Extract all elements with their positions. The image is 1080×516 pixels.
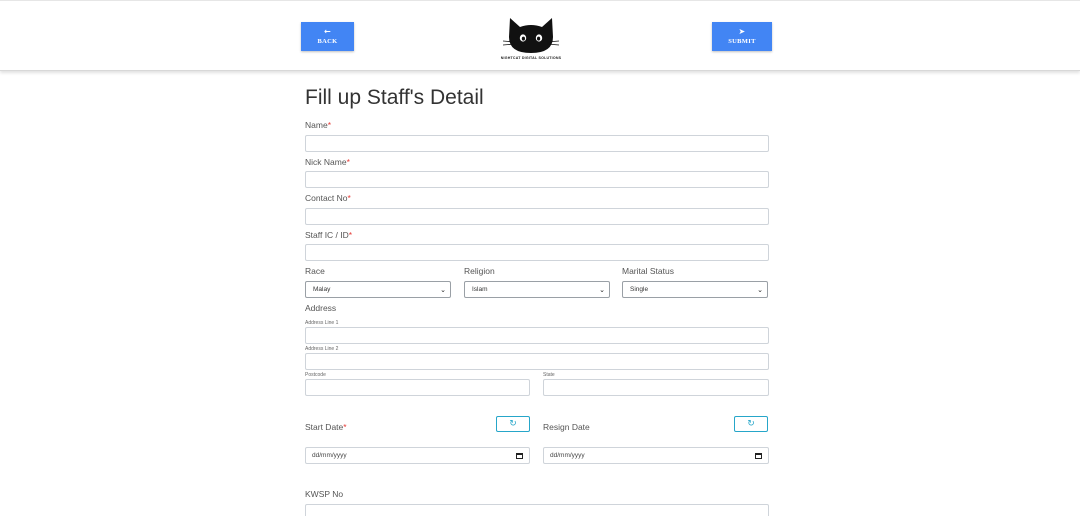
submit-button-label: SUBMIT: [728, 38, 756, 45]
company-logo: NIGHTCAT DIGITAL SOLUTIONS: [497, 15, 565, 63]
postcode-label: Postcode: [305, 372, 326, 378]
chevron-down-icon: ⌄: [440, 285, 446, 294]
religion-label: Religion: [464, 266, 495, 276]
kwsp-field[interactable]: [305, 504, 769, 516]
state-field[interactable]: [543, 379, 769, 396]
marital-selected-value: Single: [630, 286, 649, 293]
address-line1-label: Address Line 1: [305, 320, 339, 326]
race-selected-value: Malay: [313, 286, 331, 293]
name-label: Name*: [305, 120, 331, 130]
resign-date-reset-button[interactable]: ↻: [734, 416, 768, 432]
marital-select[interactable]: Single ⌄: [622, 281, 768, 298]
top-bar: ← BACK NIGHTCAT DIGITAL SOLUTIONS ➤ SUBM…: [0, 0, 1080, 71]
page-title: Fill up Staff's Detail: [305, 86, 484, 109]
cat-logo-icon: [502, 18, 560, 53]
nickname-field[interactable]: [305, 171, 769, 188]
arrow-left-icon: ←: [323, 27, 331, 36]
address-line2-label: Address Line 2: [305, 346, 339, 352]
start-date-field[interactable]: dd/mm/yyyy: [305, 447, 530, 464]
logo-text: NIGHTCAT DIGITAL SOLUTIONS: [500, 56, 562, 60]
resign-date-label: Resign Date: [543, 422, 590, 432]
back-button-label: BACK: [317, 38, 338, 45]
race-label: Race: [305, 266, 325, 276]
staff-id-field[interactable]: [305, 244, 769, 261]
staff-id-label: Staff IC / ID*: [305, 230, 353, 240]
start-date-placeholder: dd/mm/yyyy: [312, 452, 347, 459]
contact-label: Contact No*: [305, 193, 351, 203]
address-label: Address: [305, 303, 337, 313]
send-icon: ➤: [738, 27, 746, 36]
nickname-label: Nick Name*: [305, 157, 350, 167]
refresh-icon: ↻: [747, 419, 755, 429]
religion-select[interactable]: Islam ⌄: [464, 281, 610, 298]
contact-field[interactable]: [305, 208, 769, 225]
resign-date-field[interactable]: dd/mm/yyyy: [543, 447, 769, 464]
state-label: State: [543, 372, 555, 378]
name-field[interactable]: [305, 135, 769, 152]
chevron-down-icon: ⌄: [599, 285, 605, 294]
refresh-icon: ↻: [509, 419, 517, 429]
start-date-label: Start Date*: [305, 422, 347, 432]
calendar-icon[interactable]: [755, 452, 762, 459]
calendar-icon[interactable]: [516, 452, 523, 459]
start-date-reset-button[interactable]: ↻: [496, 416, 530, 432]
race-select[interactable]: Malay ⌄: [305, 281, 451, 298]
back-button[interactable]: ← BACK: [301, 22, 354, 51]
marital-label: Marital Status: [622, 266, 674, 276]
chevron-down-icon: ⌄: [757, 285, 763, 294]
address-line1-field[interactable]: [305, 327, 769, 344]
address-line2-field[interactable]: [305, 353, 769, 370]
submit-button[interactable]: ➤ SUBMIT: [712, 22, 772, 51]
kwsp-label: KWSP No: [305, 489, 344, 499]
postcode-field[interactable]: [305, 379, 530, 396]
resign-date-placeholder: dd/mm/yyyy: [550, 452, 585, 459]
religion-selected-value: Islam: [472, 286, 488, 293]
